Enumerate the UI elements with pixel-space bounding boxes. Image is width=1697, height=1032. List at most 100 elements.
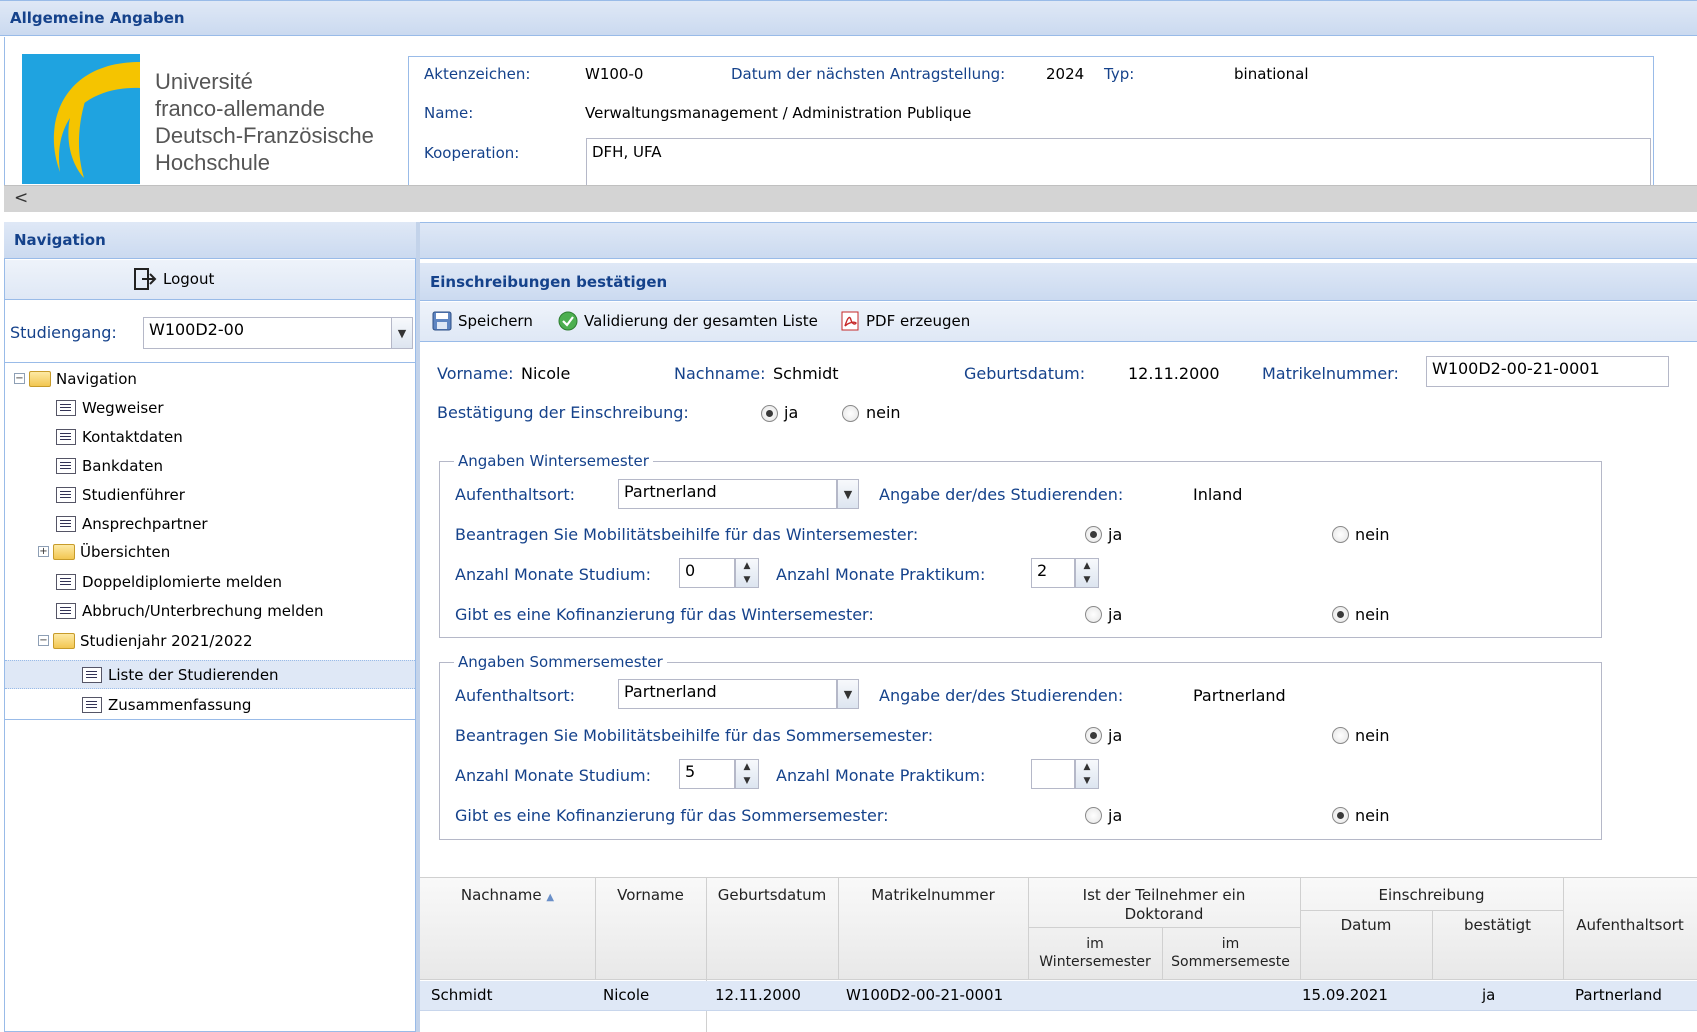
bestaetigung-ja-radio[interactable]: [761, 405, 778, 422]
tree-item-bankdaten[interactable]: Bankdaten: [56, 452, 163, 479]
col-header-matrikel[interactable]: Matrikelnummer: [838, 886, 1028, 904]
logo-text: Université franco-allemande Deutsch-Fran…: [155, 68, 374, 176]
summer-monate-praktikum-field[interactable]: [1031, 759, 1075, 789]
tree-item-wegweiser[interactable]: Wegweiser: [56, 394, 164, 421]
tree-label: Abbruch/Unterbrechung melden: [82, 601, 324, 620]
summer-monate-praktikum-spinner[interactable]: ▲ ▼: [1075, 759, 1099, 789]
winter-mobilitaet-nein-radio[interactable]: [1332, 526, 1349, 543]
col-header-geburtsdatum[interactable]: Geburtsdatum: [706, 886, 838, 904]
winter-monate-praktikum-field[interactable]: 2: [1031, 558, 1075, 588]
expand-icon[interactable]: +: [38, 546, 49, 557]
col-header-nachname[interactable]: Nachname ▲: [420, 886, 595, 904]
winter-monate-praktikum-spinner[interactable]: ▲ ▼: [1075, 558, 1099, 588]
winter-aufenthaltsort-select[interactable]: Partnerland: [618, 479, 837, 509]
winter-aufenthaltsort-trigger[interactable]: ▼: [837, 479, 859, 509]
folder-icon: [53, 543, 75, 560]
save-icon: [432, 311, 452, 331]
winter-monate-studium-field[interactable]: 0: [679, 558, 735, 588]
summer-monate-studium-spinner[interactable]: ▲ ▼: [735, 759, 759, 789]
tree-item-zusammenfassung[interactable]: Zusammenfassung: [82, 691, 251, 718]
pdf-label: PDF erzeugen: [866, 312, 971, 330]
top-panel-scrollbar[interactable]: <: [4, 185, 1697, 212]
validate-label: Validierung der gesamten Liste: [584, 312, 818, 330]
winter-angabe-value: Inland: [1193, 485, 1243, 504]
pdf-button[interactable]: PDF erzeugen: [840, 311, 970, 331]
spin-up-icon[interactable]: ▲: [1076, 559, 1098, 573]
summer-mobilitaet-label: Beantragen Sie Mobilitätsbeihilfe für da…: [455, 726, 934, 745]
matrikel-field-value: W100D2-00-21-0001: [1432, 359, 1600, 378]
summer-mobilitaet-ja-radio[interactable]: [1085, 727, 1102, 744]
bestaetigung-nein-radio[interactable]: [842, 405, 859, 422]
spin-down-icon[interactable]: ▼: [1076, 774, 1098, 788]
logo-mark-icon: [22, 54, 140, 184]
summer-monate-studium-label: Anzahl Monate Studium:: [455, 766, 651, 785]
matrikel-field[interactable]: W100D2-00-21-0001: [1426, 356, 1669, 387]
summer-kofinanzierung-nein-radio[interactable]: [1332, 807, 1349, 824]
collapse-icon[interactable]: −: [14, 373, 25, 384]
tree-node-navigation[interactable]: − Navigation: [14, 365, 137, 392]
tree-label: Kontaktdaten: [82, 427, 183, 446]
tree-item-liste-studierende[interactable]: Liste der Studierenden: [82, 661, 279, 688]
spin-up-icon[interactable]: ▲: [1076, 760, 1098, 774]
tree-label: Navigation: [56, 369, 137, 388]
col-header-bestaetigt[interactable]: bestätigt: [1432, 916, 1563, 934]
winter-mobilitaet-ja-label: ja: [1108, 525, 1123, 544]
winter-monate-studium-spinner[interactable]: ▲ ▼: [735, 558, 759, 588]
spin-up-icon[interactable]: ▲: [736, 760, 758, 774]
document-icon: [82, 696, 102, 713]
summer-monate-studium-value: 5: [685, 762, 696, 781]
main-title: Einschreibungen bestätigen: [430, 272, 668, 291]
spin-down-icon[interactable]: ▼: [736, 774, 758, 788]
summer-monate-studium-field[interactable]: 5: [679, 759, 735, 789]
summer-aufenthaltsort-trigger[interactable]: ▼: [837, 679, 859, 709]
collapse-icon[interactable]: −: [38, 635, 49, 646]
header-divider: [1028, 927, 1300, 928]
col-divider: [1028, 877, 1029, 980]
summer-kofinanzierung-label: Gibt es eine Kofinanzierung für das Somm…: [455, 806, 889, 825]
tree-bottom-border: [5, 719, 415, 720]
tree-node-uebersichten[interactable]: + Übersichten: [38, 538, 170, 565]
summer-monate-praktikum-label: Anzahl Monate Praktikum:: [776, 766, 986, 785]
bestaetigung-ja-label: ja: [784, 403, 799, 422]
summer-kofinanzierung-ja-radio[interactable]: [1085, 807, 1102, 824]
logout-button[interactable]: Logout: [133, 267, 214, 291]
cell-matrikel: W100D2-00-21-0001: [846, 986, 1004, 1004]
spin-up-icon[interactable]: ▲: [736, 559, 758, 573]
tree-item-abbruch[interactable]: Abbruch/Unterbrechung melden: [56, 597, 323, 624]
document-icon: [82, 666, 102, 683]
col-header-im-ws[interactable]: im Wintersemester: [1030, 935, 1160, 971]
kooperation-field[interactable]: DFH, UFA: [586, 138, 1651, 186]
document-icon: [56, 602, 76, 619]
winter-kofinanzierung-ja-radio[interactable]: [1085, 606, 1102, 623]
col-header-vorname[interactable]: Vorname: [595, 886, 706, 904]
tree-item-doppeldiplomierte[interactable]: Doppeldiplomierte melden: [56, 568, 282, 595]
summer-mobilitaet-ja-label: ja: [1108, 726, 1123, 745]
winter-mobilitaet-ja-radio[interactable]: [1085, 526, 1102, 543]
spin-down-icon[interactable]: ▼: [1076, 573, 1098, 587]
tree-node-studienjahr[interactable]: − Studienjahr 2021/2022: [38, 627, 253, 654]
scroll-left-icon[interactable]: <: [14, 188, 28, 208]
cell-aufenthaltsort: Partnerland: [1575, 986, 1662, 1004]
studiengang-label: Studiengang:: [10, 323, 117, 342]
validate-button[interactable]: Validierung der gesamten Liste: [558, 311, 818, 331]
spin-down-icon[interactable]: ▼: [736, 573, 758, 587]
save-button[interactable]: Speichern: [432, 311, 533, 331]
tree-item-studienfuehrer[interactable]: Studienführer: [56, 481, 185, 508]
studiengang-select[interactable]: W100D2-00: [143, 317, 392, 349]
summer-mobilitaet-nein-radio[interactable]: [1332, 727, 1349, 744]
aktenzeichen-label: Aktenzeichen:: [424, 65, 531, 83]
tree-item-kontaktdaten[interactable]: Kontaktdaten: [56, 423, 183, 450]
col-header-im-ss[interactable]: im Sommersemeste: [1163, 935, 1298, 971]
winter-kofinanzierung-nein-radio[interactable]: [1332, 606, 1349, 623]
summer-aufenthaltsort-select[interactable]: Partnerland: [618, 679, 837, 709]
studiengang-dropdown-trigger[interactable]: ▼: [391, 317, 413, 349]
tree-item-ansprechpartner[interactable]: Ansprechpartner: [56, 510, 208, 537]
col-header-einschreibung: Einschreibung: [1378, 886, 1485, 904]
general-info-header: Allgemeine Angaben: [0, 0, 1697, 36]
col-header-datum[interactable]: Datum: [1300, 916, 1432, 934]
tree-label: Wegweiser: [82, 398, 164, 417]
document-icon: [56, 457, 76, 474]
tree-label: Übersichten: [80, 542, 171, 561]
col-header-aufenthaltsort[interactable]: Aufenthaltsort: [1563, 916, 1697, 934]
logo-line-4: Hochschule: [155, 150, 270, 175]
